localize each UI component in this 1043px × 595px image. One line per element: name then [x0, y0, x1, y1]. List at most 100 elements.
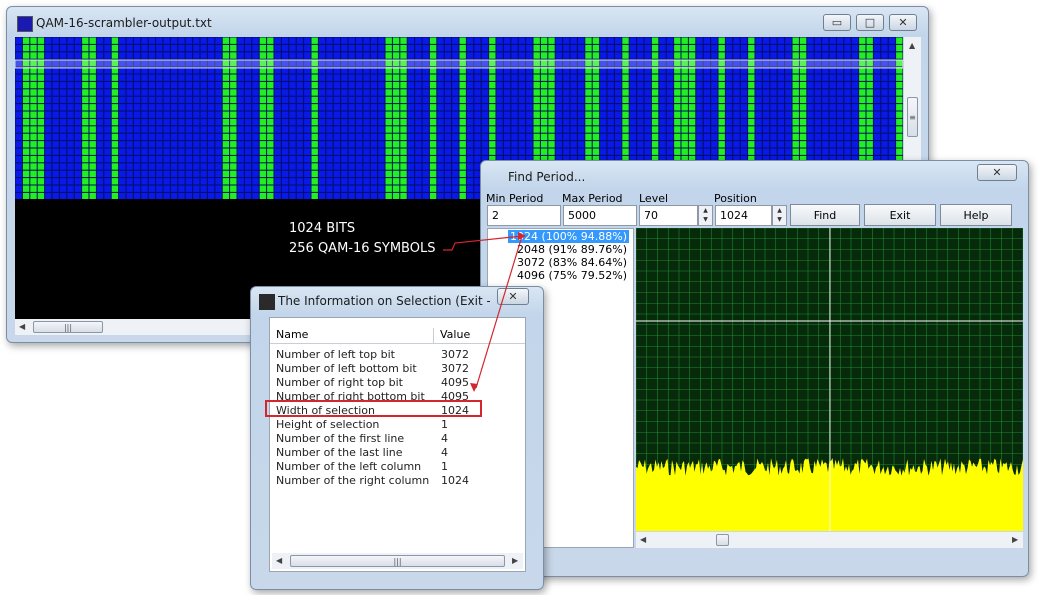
spin-up-icon[interactable]: ▲ — [699, 206, 712, 215]
bit-cell — [400, 141, 407, 148]
bit-cell — [378, 163, 385, 170]
bit-cell — [289, 148, 296, 155]
bit-cell — [422, 133, 429, 141]
bit-cell — [304, 148, 311, 155]
bit-cell — [881, 96, 888, 104]
title-bar[interactable]: Find Period... ✕ — [481, 161, 1028, 189]
bit-cell — [82, 118, 89, 126]
bit-cell — [540, 104, 548, 111]
scroll-left-icon[interactable]: ◀ — [19, 322, 25, 331]
exit-button[interactable]: Exit — [864, 204, 936, 226]
bit-cell — [503, 133, 511, 141]
spin-down-icon[interactable]: ▼ — [773, 215, 786, 224]
bit-cell — [777, 126, 785, 133]
bit-cell — [437, 104, 444, 111]
bit-cell — [74, 133, 82, 141]
info-list[interactable]: Name Value Number of left top bit 3072 Num… — [269, 317, 526, 572]
bit-cell — [577, 52, 585, 59]
bit-cell — [111, 148, 119, 155]
maximize-button[interactable]: □ — [856, 14, 884, 31]
spin-down-icon[interactable]: ▼ — [699, 215, 712, 224]
bit-cell — [466, 192, 474, 199]
bit-cell — [185, 104, 193, 111]
spin-up-icon[interactable]: ▲ — [773, 206, 786, 215]
bit-cell — [526, 118, 533, 126]
bit-cell — [82, 155, 89, 163]
scroll-right-icon[interactable]: ▶ — [512, 556, 518, 565]
bit-cell — [318, 185, 326, 192]
scroll-right-icon[interactable]: ▶ — [1012, 535, 1018, 544]
bit-cell — [355, 37, 363, 44]
min-period-input[interactable]: 2 — [487, 205, 561, 226]
bit-cell — [215, 133, 222, 141]
info-scroll-thumb[interactable]: ||| — [290, 555, 505, 567]
bit-cell — [888, 89, 896, 96]
level-stepper[interactable]: ▲ ▼ — [698, 205, 713, 226]
list-item[interactable]: 3072 (83% 84.64%) — [515, 256, 629, 269]
max-period-input[interactable]: 5000 — [563, 205, 637, 226]
chart-scrollbar[interactable]: ◀ ▶ — [636, 532, 1023, 548]
title-bar[interactable]: QAM-16-scrambler-output.txt ▭ □ ✕ — [7, 7, 928, 35]
bit-cell — [740, 52, 748, 59]
bit-cell — [851, 37, 859, 44]
bit-cell — [444, 178, 452, 185]
bit-cell — [385, 192, 392, 199]
scroll-left-icon[interactable]: ◀ — [640, 535, 646, 544]
selection-highlight-box — [265, 400, 482, 417]
bit-cell — [45, 170, 52, 178]
list-item[interactable]: 1024 (100% 94.88%) — [508, 230, 629, 243]
bit-cell — [415, 133, 422, 141]
find-button[interactable]: Find — [790, 204, 860, 226]
column-header-name[interactable]: Name — [270, 328, 434, 344]
info-row-name: Number of the right column — [276, 474, 430, 487]
bit-cell — [156, 44, 163, 52]
bit-cell — [548, 141, 555, 148]
scroll-left-icon[interactable]: ◀ — [276, 556, 282, 565]
bit-cell — [866, 74, 873, 81]
list-item[interactable]: 2048 (91% 89.76%) — [515, 243, 629, 256]
title-bar[interactable]: The Information on Selection (Exit - Es.… — [251, 287, 543, 315]
level-input[interactable]: 70 — [639, 205, 698, 226]
help-button[interactable]: Help — [940, 204, 1012, 226]
bit-cell — [614, 111, 622, 118]
bit-cell — [792, 81, 799, 89]
chart-scroll-thumb[interactable] — [716, 534, 729, 546]
bit-cell — [614, 104, 622, 111]
column-header-value[interactable]: Value — [434, 328, 525, 344]
minimize-button[interactable]: ▭ — [823, 14, 851, 31]
period-chart[interactable] — [636, 228, 1023, 531]
bit-cell — [363, 170, 370, 178]
bit-cell — [311, 141, 318, 148]
close-button[interactable]: ✕ — [977, 164, 1017, 181]
vertical-scroll-thumb[interactable]: ≡ — [907, 97, 918, 137]
bit-cell — [119, 104, 126, 111]
bit-cell — [688, 96, 696, 104]
bit-cell — [207, 74, 215, 81]
info-row-name: Number of the last line — [276, 446, 403, 459]
position-input[interactable]: 1024 — [715, 205, 772, 226]
info-scrollbar[interactable]: ◀ ||| ▶ — [272, 553, 523, 569]
bit-cell — [45, 89, 52, 96]
bit-cell — [725, 126, 733, 133]
bit-cell — [215, 74, 222, 81]
bit-cell — [281, 44, 289, 52]
bit-cell — [799, 96, 807, 104]
bit-cell — [740, 118, 748, 126]
bit-cell — [296, 163, 304, 170]
bit-cell — [622, 89, 629, 96]
position-stepper[interactable]: ▲ ▼ — [772, 205, 787, 226]
scroll-up-icon[interactable]: ▲ — [909, 41, 915, 50]
selection-info-window: The Information on Selection (Exit - Es.… — [250, 286, 544, 590]
bit-cell — [170, 111, 178, 118]
bit-cell — [230, 178, 237, 185]
bit-cell — [703, 81, 711, 89]
bit-cell — [629, 104, 637, 111]
close-button[interactable]: ✕ — [889, 14, 917, 31]
bit-cell — [311, 163, 318, 170]
bit-cell — [355, 192, 363, 199]
bit-cell — [230, 148, 237, 155]
list-item[interactable]: 4096 (75% 79.52%) — [515, 269, 629, 282]
close-button[interactable]: ✕ — [497, 288, 529, 305]
bit-cell — [52, 163, 59, 170]
horizontal-scroll-thumb[interactable]: ||| — [33, 321, 103, 333]
